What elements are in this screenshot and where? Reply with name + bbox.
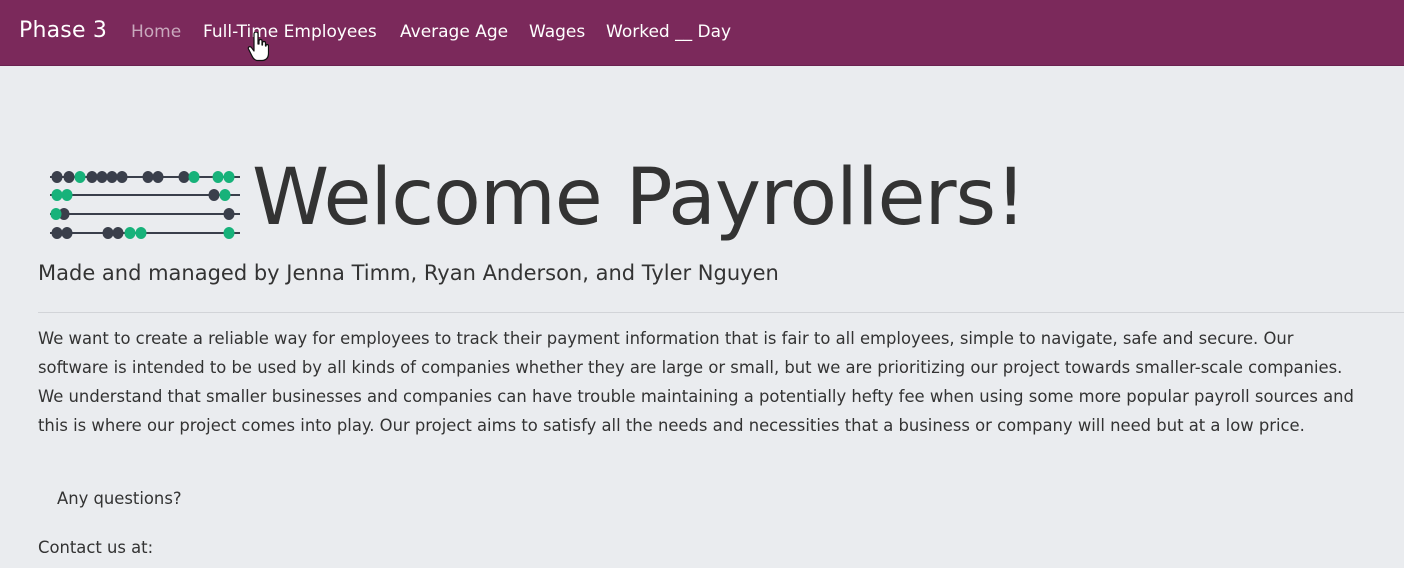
- nav-link-average-age[interactable]: Average Age: [400, 22, 508, 42]
- intro-paragraph: We want to create a reliable way for emp…: [38, 329, 1354, 435]
- nav-link-worked-day[interactable]: Worked __ Day: [606, 22, 731, 42]
- page-subtitle: Made and managed by Jenna Timm, Ryan And…: [38, 261, 779, 285]
- hand-pointer-cursor-icon: [247, 32, 269, 62]
- page-title: Welcome Payrollers!: [252, 153, 1026, 243]
- nav-link-full-time-employees[interactable]: Full-Time Employees: [203, 22, 377, 42]
- nav-link-home[interactable]: Home: [131, 22, 181, 42]
- abacus-icon: [50, 171, 240, 239]
- navbar-brand[interactable]: Phase 3: [19, 18, 107, 43]
- questions-text: Any questions?: [57, 489, 182, 508]
- contact-label: Contact us at:: [38, 538, 154, 557]
- divider: [38, 312, 1404, 313]
- top-navbar: Phase 3 Home Full-Time Employees Average…: [0, 0, 1404, 66]
- nav-link-wages[interactable]: Wages: [529, 22, 585, 42]
